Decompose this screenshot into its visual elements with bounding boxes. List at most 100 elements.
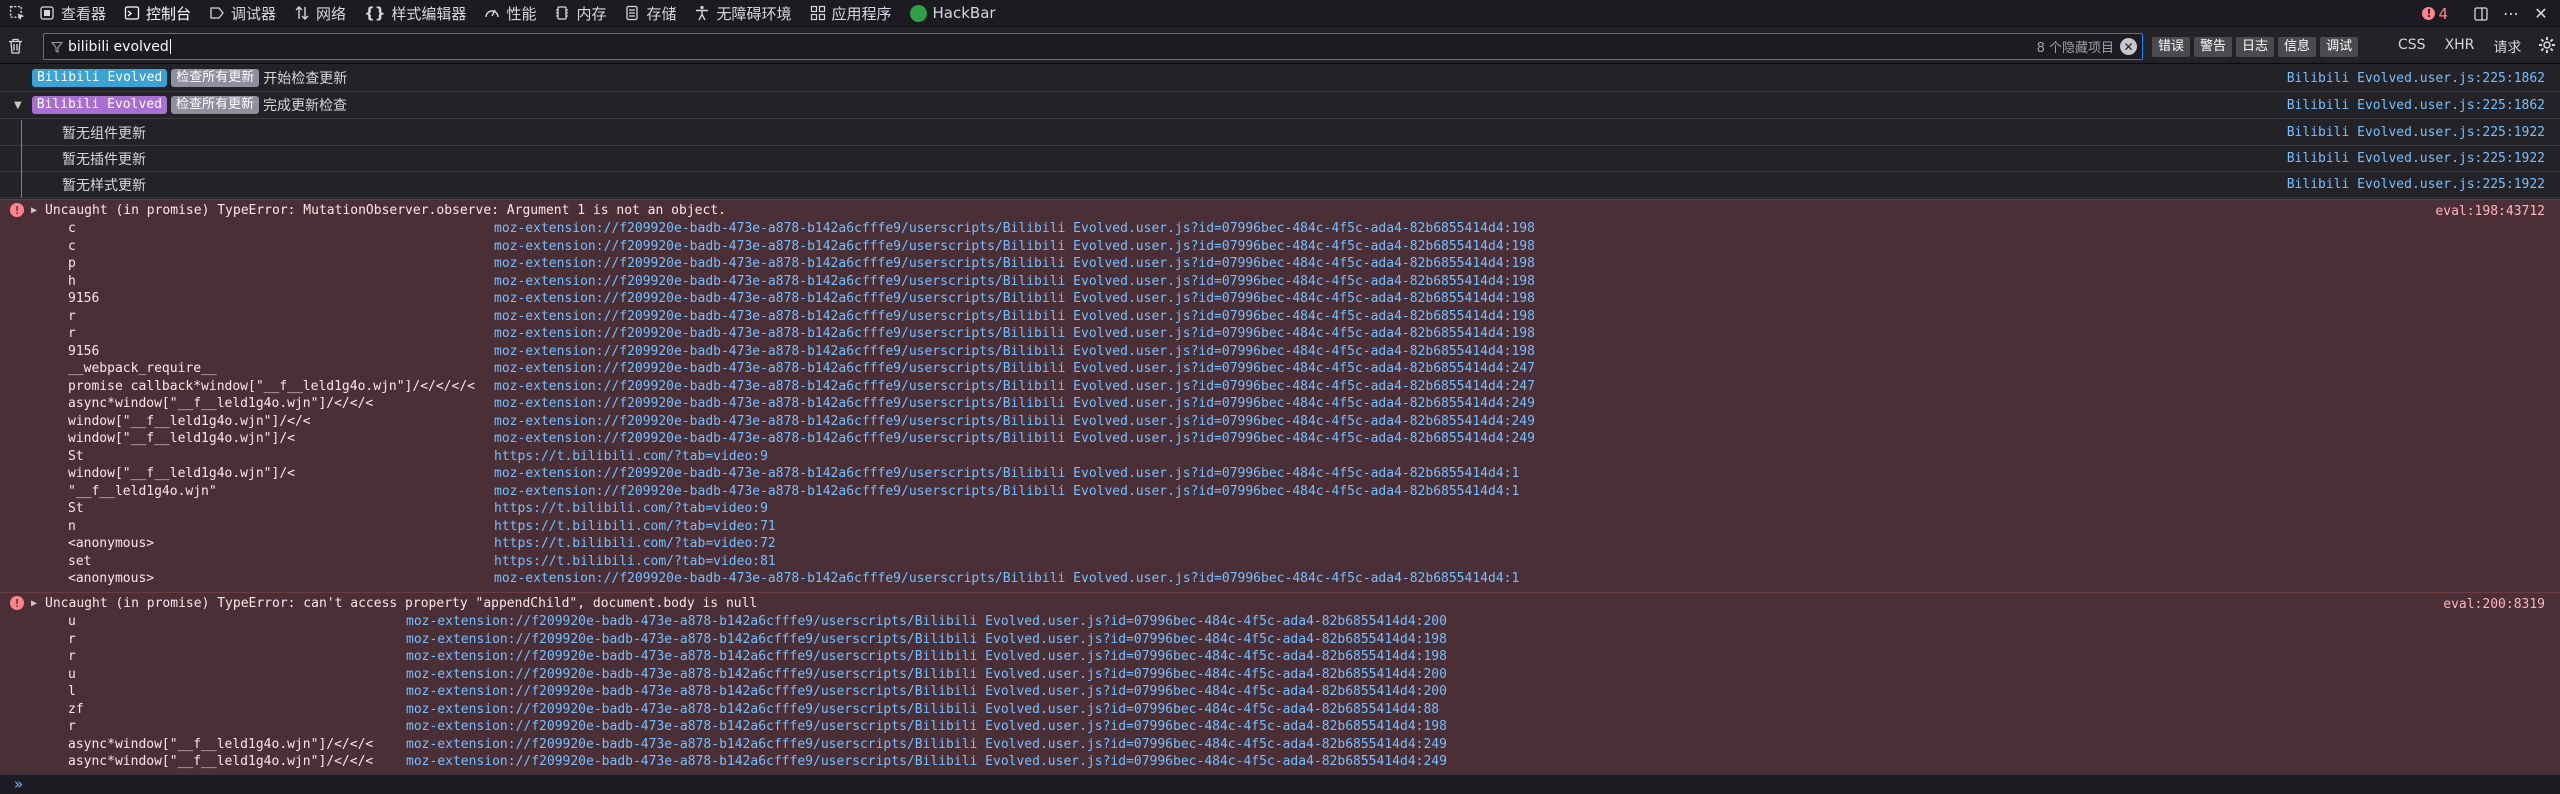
hidden-items-count: 8 个隐藏项目 [2036,41,2114,56]
tab-inspector[interactable]: 查看器 [30,0,115,27]
gear-icon[interactable] [2538,36,2556,58]
debugger-icon [210,7,224,19]
filter-icon [51,41,63,53]
clear-filter-icon[interactable]: ✕ [2120,38,2137,55]
level-warn-button[interactable]: 警告 [2194,37,2233,57]
source-link[interactable]: Bilibili Evolved.user.js:225:1922 [2287,125,2545,140]
frame-function: c [68,221,76,236]
console-input[interactable]: » [0,774,2560,794]
stack-frame: set https://t.bilibili.com/?tab=video:81 [0,553,2560,571]
tab-hackbar[interactable]: HackBar [901,0,1005,27]
tab-style-editor[interactable]: {} 样式编辑器 [355,0,475,27]
tab-label: 网络 [316,4,347,23]
level-info-button[interactable]: 信息 [2278,37,2317,57]
badge-check-updates: 检查所有更新 [171,69,260,87]
tab-storage[interactable]: 存储 [615,0,685,27]
text-caret [169,39,171,54]
dock-side-icon[interactable] [2466,0,2496,27]
frame-source-link[interactable]: moz-extension://f209920e-badb-473e-a878-… [406,683,1447,701]
collapse-triangle-icon[interactable]: ▶ [31,598,37,609]
level-debug-button[interactable]: 调试 [2320,37,2359,57]
frame-source-link[interactable]: moz-extension://f209920e-badb-473e-a878-… [494,308,1535,326]
stack-frame: u moz-extension://f209920e-badb-473e-a878… [0,666,2560,684]
stack-frame: l moz-extension://f209920e-badb-473e-a878… [0,683,2560,701]
stack-frame: n https://t.bilibili.com/?tab=video:71 [0,518,2560,536]
frame-source-link[interactable]: https://t.bilibili.com/?tab=video:9 [494,500,768,518]
style-editor-icon: {} [364,4,386,22]
frame-function: 9156 [68,291,100,306]
frame-source-link[interactable]: moz-extension://f209920e-badb-473e-a878-… [494,255,1535,273]
error-header[interactable]: ! ▶ Uncaught (in promise) TypeError: can… [0,593,2560,613]
frame-source-link[interactable]: moz-extension://f209920e-badb-473e-a878-… [494,465,1519,483]
error-message: ! ▶ Uncaught (in promise) TypeError: can… [0,592,2560,774]
frame-source-link[interactable]: moz-extension://f209920e-badb-473e-a878-… [494,343,1535,361]
collapse-triangle-icon[interactable]: ▶ [31,205,37,216]
frame-function: u [68,614,76,629]
frame-source-link[interactable]: https://t.bilibili.com/?tab=video:72 [494,535,776,553]
tab-console[interactable]: 控制台 [115,0,200,27]
log-message: 暂无插件更新 Bilibili Evolved.user.js:225:1922 [0,146,2560,172]
source-link[interactable]: eval:200:8319 [2443,597,2545,612]
log-message: Bilibili Evolved 检查所有更新 开始检查更新 Bilibili … [0,65,2560,92]
tab-accessibility[interactable]: 无障碍环境 [685,0,800,27]
group-indent-line [21,146,22,172]
error-count-badge[interactable]: ! 4 [2422,5,2448,23]
frame-source-link[interactable]: moz-extension://f209920e-badb-473e-a878-… [494,413,1535,431]
message-text: 暂无组件更新 [62,125,146,142]
frame-source-link[interactable]: moz-extension://f209920e-badb-473e-a878-… [494,570,1519,588]
filter-css-button[interactable]: CSS [2398,37,2426,57]
source-link[interactable]: eval:198:43712 [2435,204,2545,219]
frame-source-link[interactable]: https://t.bilibili.com/?tab=video:9 [494,448,768,466]
stack-frame: r moz-extension://f209920e-badb-473e-a878… [0,648,2560,666]
frame-source-link[interactable]: moz-extension://f209920e-badb-473e-a878-… [494,378,1535,396]
frame-source-link[interactable]: moz-extension://f209920e-badb-473e-a878-… [494,395,1535,413]
frame-source-link[interactable]: moz-extension://f209920e-badb-473e-a878-… [406,718,1447,736]
frame-source-link[interactable]: moz-extension://f209920e-badb-473e-a878-… [406,631,1447,649]
tab-network[interactable]: 网络 [285,0,355,27]
frame-function: p [68,256,76,271]
filter-input[interactable]: bilibili evolved 8 个隐藏项目 ✕ [43,33,2143,60]
tab-performance[interactable]: 性能 [475,0,545,27]
stack-frame: u moz-extension://f209920e-badb-473e-a878… [0,613,2560,631]
frame-source-link[interactable]: moz-extension://f209920e-badb-473e-a878-… [494,290,1535,308]
frame-source-link[interactable]: moz-extension://f209920e-badb-473e-a878-… [494,273,1535,291]
frame-source-link[interactable]: moz-extension://f209920e-badb-473e-a878-… [494,220,1535,238]
tab-debugger[interactable]: 调试器 [200,0,285,27]
error-header[interactable]: ! ▶ Uncaught (in promise) TypeError: Mut… [0,200,2560,220]
stack-trace: u moz-extension://f209920e-badb-473e-a878… [0,613,2560,771]
frame-source-link[interactable]: moz-extension://f209920e-badb-473e-a878-… [406,736,1447,754]
frame-source-link[interactable]: moz-extension://f209920e-badb-473e-a878-… [494,325,1535,343]
filter-xhr-button[interactable]: XHR [2445,37,2475,57]
log-group[interactable]: ▼ Bilibili Evolved 检查所有更新 完成更新检查 Bilibil… [0,92,2560,119]
close-icon[interactable]: ✕ [2526,0,2556,27]
error-icon: ! [2422,7,2436,20]
frame-source-link[interactable]: moz-extension://f209920e-badb-473e-a878-… [406,701,1439,719]
filter-requests-button[interactable]: 请求 [2493,37,2521,57]
source-link[interactable]: Bilibili Evolved.user.js:225:1862 [2287,71,2545,86]
frame-source-link[interactable]: moz-extension://f209920e-badb-473e-a878-… [494,483,1519,501]
level-log-button[interactable]: 日志 [2236,37,2275,57]
inspector-icon [40,6,54,20]
element-picker-icon[interactable] [4,0,30,27]
tab-memory[interactable]: 内存 [545,0,615,27]
frame-source-link[interactable]: moz-extension://f209920e-badb-473e-a878-… [406,753,1447,771]
frame-source-link[interactable]: https://t.bilibili.com/?tab=video:71 [494,518,776,536]
trash-icon[interactable] [0,28,30,64]
level-error-button[interactable]: 错误 [2152,37,2191,57]
source-link[interactable]: Bilibili Evolved.user.js:225:1922 [2287,151,2545,166]
frame-source-link[interactable]: https://t.bilibili.com/?tab=video:81 [494,553,776,571]
source-link[interactable]: Bilibili Evolved.user.js:225:1922 [2287,177,2545,192]
stack-frame: __webpack_require__ moz-extension://f2099… [0,360,2560,378]
source-link[interactable]: Bilibili Evolved.user.js:225:1862 [2287,98,2545,113]
stack-frame: r moz-extension://f209920e-badb-473e-a878… [0,631,2560,649]
frame-source-link[interactable]: moz-extension://f209920e-badb-473e-a878-… [406,648,1447,666]
frame-source-link[interactable]: moz-extension://f209920e-badb-473e-a878-… [494,360,1535,378]
devtools-toolbar: 查看器 控制台 调试器 网络 {} 样式编辑器 性能 内存 存储 无障碍环境 应用… [0,0,2560,27]
frame-source-link[interactable]: moz-extension://f209920e-badb-473e-a878-… [406,666,1447,684]
tab-application[interactable]: 应用程序 [801,0,901,27]
frame-source-link[interactable]: moz-extension://f209920e-badb-473e-a878-… [406,613,1447,631]
frame-source-link[interactable]: moz-extension://f209920e-badb-473e-a878-… [494,238,1535,256]
frame-source-link[interactable]: moz-extension://f209920e-badb-473e-a878-… [494,430,1535,448]
expand-triangle-icon[interactable]: ▼ [14,100,22,111]
more-options-icon[interactable]: ⋯ [2496,0,2526,27]
